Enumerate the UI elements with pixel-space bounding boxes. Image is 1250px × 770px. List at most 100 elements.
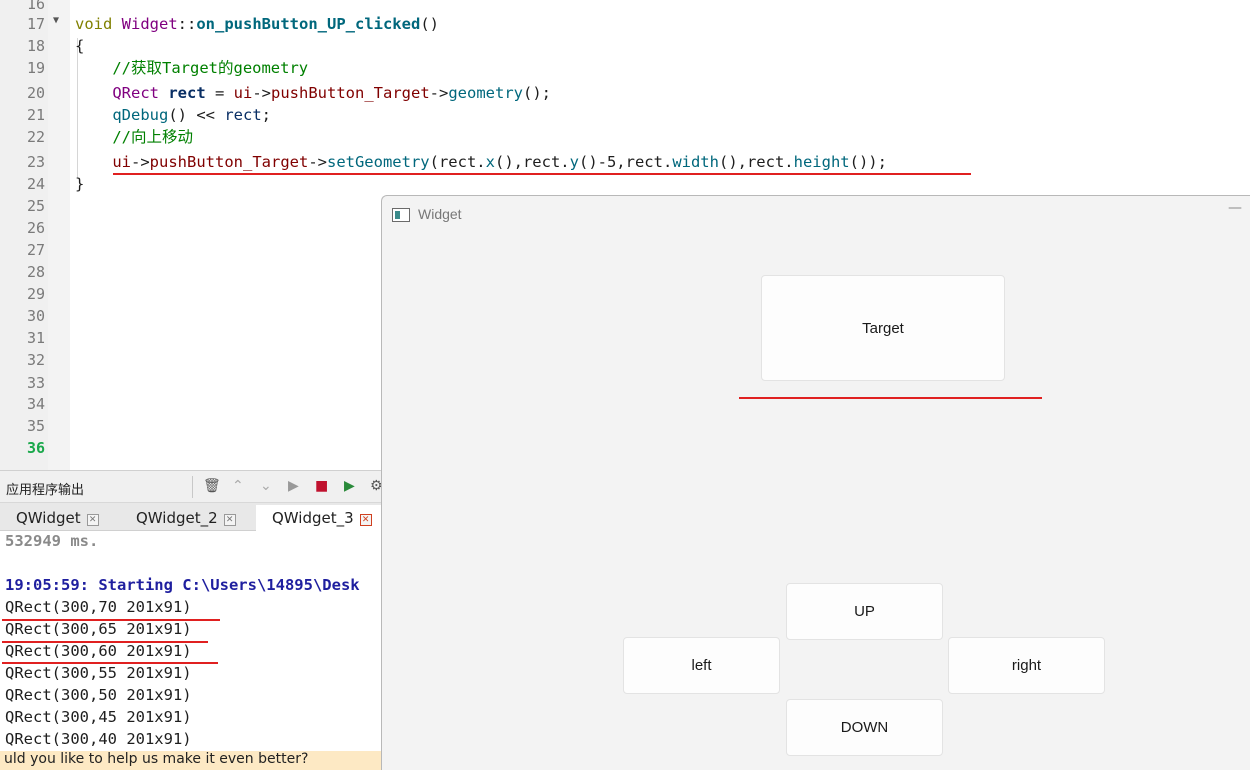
method-call: qDebug (112, 106, 169, 124)
method-call: x (485, 153, 495, 171)
output-tabs: QWidget ✕ QWidget_2 ✕ QWidget_3 ✕ (0, 503, 382, 531)
chevron-down-icon[interactable]: ⌄ (260, 478, 272, 494)
line-number: 19 (26, 59, 45, 77)
line-number: 24 (26, 175, 45, 193)
args: ()); (849, 153, 887, 171)
tab-qwidget-2[interactable]: QWidget_2 ✕ (122, 505, 254, 531)
close-icon[interactable]: ✕ (359, 514, 372, 526)
line-number: 28 (26, 263, 45, 281)
function-name: on_pushButton_UP_clicked (196, 15, 421, 33)
arrow-operator: -> (429, 84, 449, 102)
line-number: 22 (26, 128, 45, 146)
close-icon[interactable]: ✕ (223, 514, 236, 526)
arrow-operator: -> (131, 153, 150, 171)
variable: rect (168, 84, 206, 102)
left-button[interactable]: left (623, 637, 780, 694)
operator: = (205, 84, 234, 102)
line-number: 17 (26, 15, 45, 33)
line-number: 21 (26, 106, 45, 124)
line-number: 20 (26, 84, 45, 102)
code-line-19[interactable]: //获取Target的geometry (75, 58, 308, 78)
down-button[interactable]: DOWN (786, 699, 943, 756)
args: (),rect. (494, 153, 570, 171)
output-toolbar: 应用程序输出 🗑 ⌃ ⌄ ▶ ■ ▶ ⚙ (0, 471, 383, 503)
line-number: 32 (26, 351, 45, 369)
method-call: width (672, 153, 719, 171)
line-number: 35 (26, 417, 45, 435)
annotation-underline (2, 641, 208, 643)
output-line: QRect(300,65 201x91) (5, 620, 192, 638)
tab-label: QWidget_3 (272, 509, 354, 527)
line-number: 34 (26, 395, 45, 413)
line-number: 33 (26, 374, 45, 392)
arrow-operator: -> (308, 153, 327, 171)
comment: //向上移动 (112, 128, 193, 146)
line-number: 16 (26, 0, 45, 13)
tab-label: QWidget_2 (136, 509, 218, 527)
code-line-24[interactable]: } (75, 174, 84, 194)
feedback-banner[interactable]: uld you like to help us make it even bet… (0, 751, 382, 770)
member: pushButton_Target (271, 84, 430, 102)
type: QRect (112, 84, 159, 102)
right-button[interactable]: right (948, 637, 1105, 694)
annotation-underline (739, 397, 1042, 399)
line-number-gutter: 16 17 18 19 20 21 22 23 24 25 26 27 28 2… (0, 0, 48, 470)
output-line: QRect(300,70 201x91) (5, 598, 192, 616)
paren: () (420, 15, 439, 33)
minimize-icon[interactable]: — (1228, 200, 1242, 216)
code-line-22[interactable]: //向上移动 (75, 127, 193, 147)
current-line-number: 36 (26, 439, 45, 457)
line-number: 18 (26, 37, 45, 55)
output-line: QRect(300,50 201x91) (5, 686, 192, 704)
line-number: 26 (26, 219, 45, 237)
operator: () << (168, 106, 225, 124)
line-number: 25 (26, 197, 45, 215)
fold-column (48, 0, 70, 470)
method-call: geometry (448, 84, 523, 102)
annotation-underline (2, 619, 220, 621)
chevron-up-icon[interactable]: ⌃ (232, 478, 244, 494)
target-button[interactable]: Target (761, 275, 1005, 381)
tab-qwidget[interactable]: QWidget ✕ (16, 505, 120, 531)
output-line: QRect(300,45 201x91) (5, 708, 192, 726)
member: pushButton_Target (149, 153, 309, 171)
args: (rect. (429, 153, 486, 171)
run-icon[interactable]: ▶ (288, 478, 299, 494)
code-line-21[interactable]: qDebug() << rect; (75, 105, 271, 125)
line-number: 27 (26, 241, 45, 259)
args: ()-5,rect. (578, 153, 673, 171)
output-line: QRect(300,40 201x91) (5, 730, 192, 748)
line-number: 23 (26, 153, 45, 171)
output-line: 19:05:59: Starting C:\Users\14895\Desk (5, 576, 360, 594)
class-name: Widget (121, 15, 178, 33)
line-number: 31 (26, 329, 45, 347)
fold-arrow-icon[interactable]: ▼ (53, 15, 59, 26)
arrow-operator: -> (252, 84, 272, 102)
stop-icon[interactable]: ■ (315, 478, 328, 494)
output-line: QRect(300,55 201x91) (5, 664, 192, 682)
scope-operator: :: (177, 15, 197, 33)
semicolon: ; (261, 106, 271, 124)
keyword: void (75, 15, 113, 33)
debug-run-icon[interactable]: ▶ (344, 478, 355, 494)
code-line-18[interactable]: { (75, 36, 84, 56)
tab-qwidget-3[interactable]: QWidget_3 ✕ (256, 505, 382, 531)
ui-object: ui (233, 84, 253, 102)
code-line-17[interactable]: void Widget::on_pushButton_UP_clicked() (75, 14, 439, 34)
code-line-23[interactable]: ui->pushButton_Target->setGeometry(rect.… (75, 152, 887, 172)
tab-label: QWidget (16, 509, 81, 527)
window-title: Widget (418, 206, 462, 222)
toolbar-separator (192, 476, 193, 498)
close-icon[interactable]: ✕ (86, 514, 99, 526)
application-output-pane: 应用程序输出 🗑 ⌃ ⌄ ▶ ■ ▶ ⚙ QWidget ✕ QWidget_2 ✕… (0, 470, 383, 770)
code-line-20[interactable]: QRect rect = ui->pushButton_Target->geom… (75, 83, 551, 103)
up-button[interactable]: UP (786, 583, 943, 640)
trash-icon[interactable]: 🗑 (203, 478, 221, 494)
output-title: 应用程序输出 (6, 483, 85, 498)
method-call: y (569, 153, 579, 171)
annotation-underline (113, 173, 971, 175)
variable: rect (224, 106, 262, 124)
output-line: 532949 ms. (5, 532, 99, 550)
call-end: (); (522, 84, 551, 102)
args: (),rect. (718, 153, 794, 171)
